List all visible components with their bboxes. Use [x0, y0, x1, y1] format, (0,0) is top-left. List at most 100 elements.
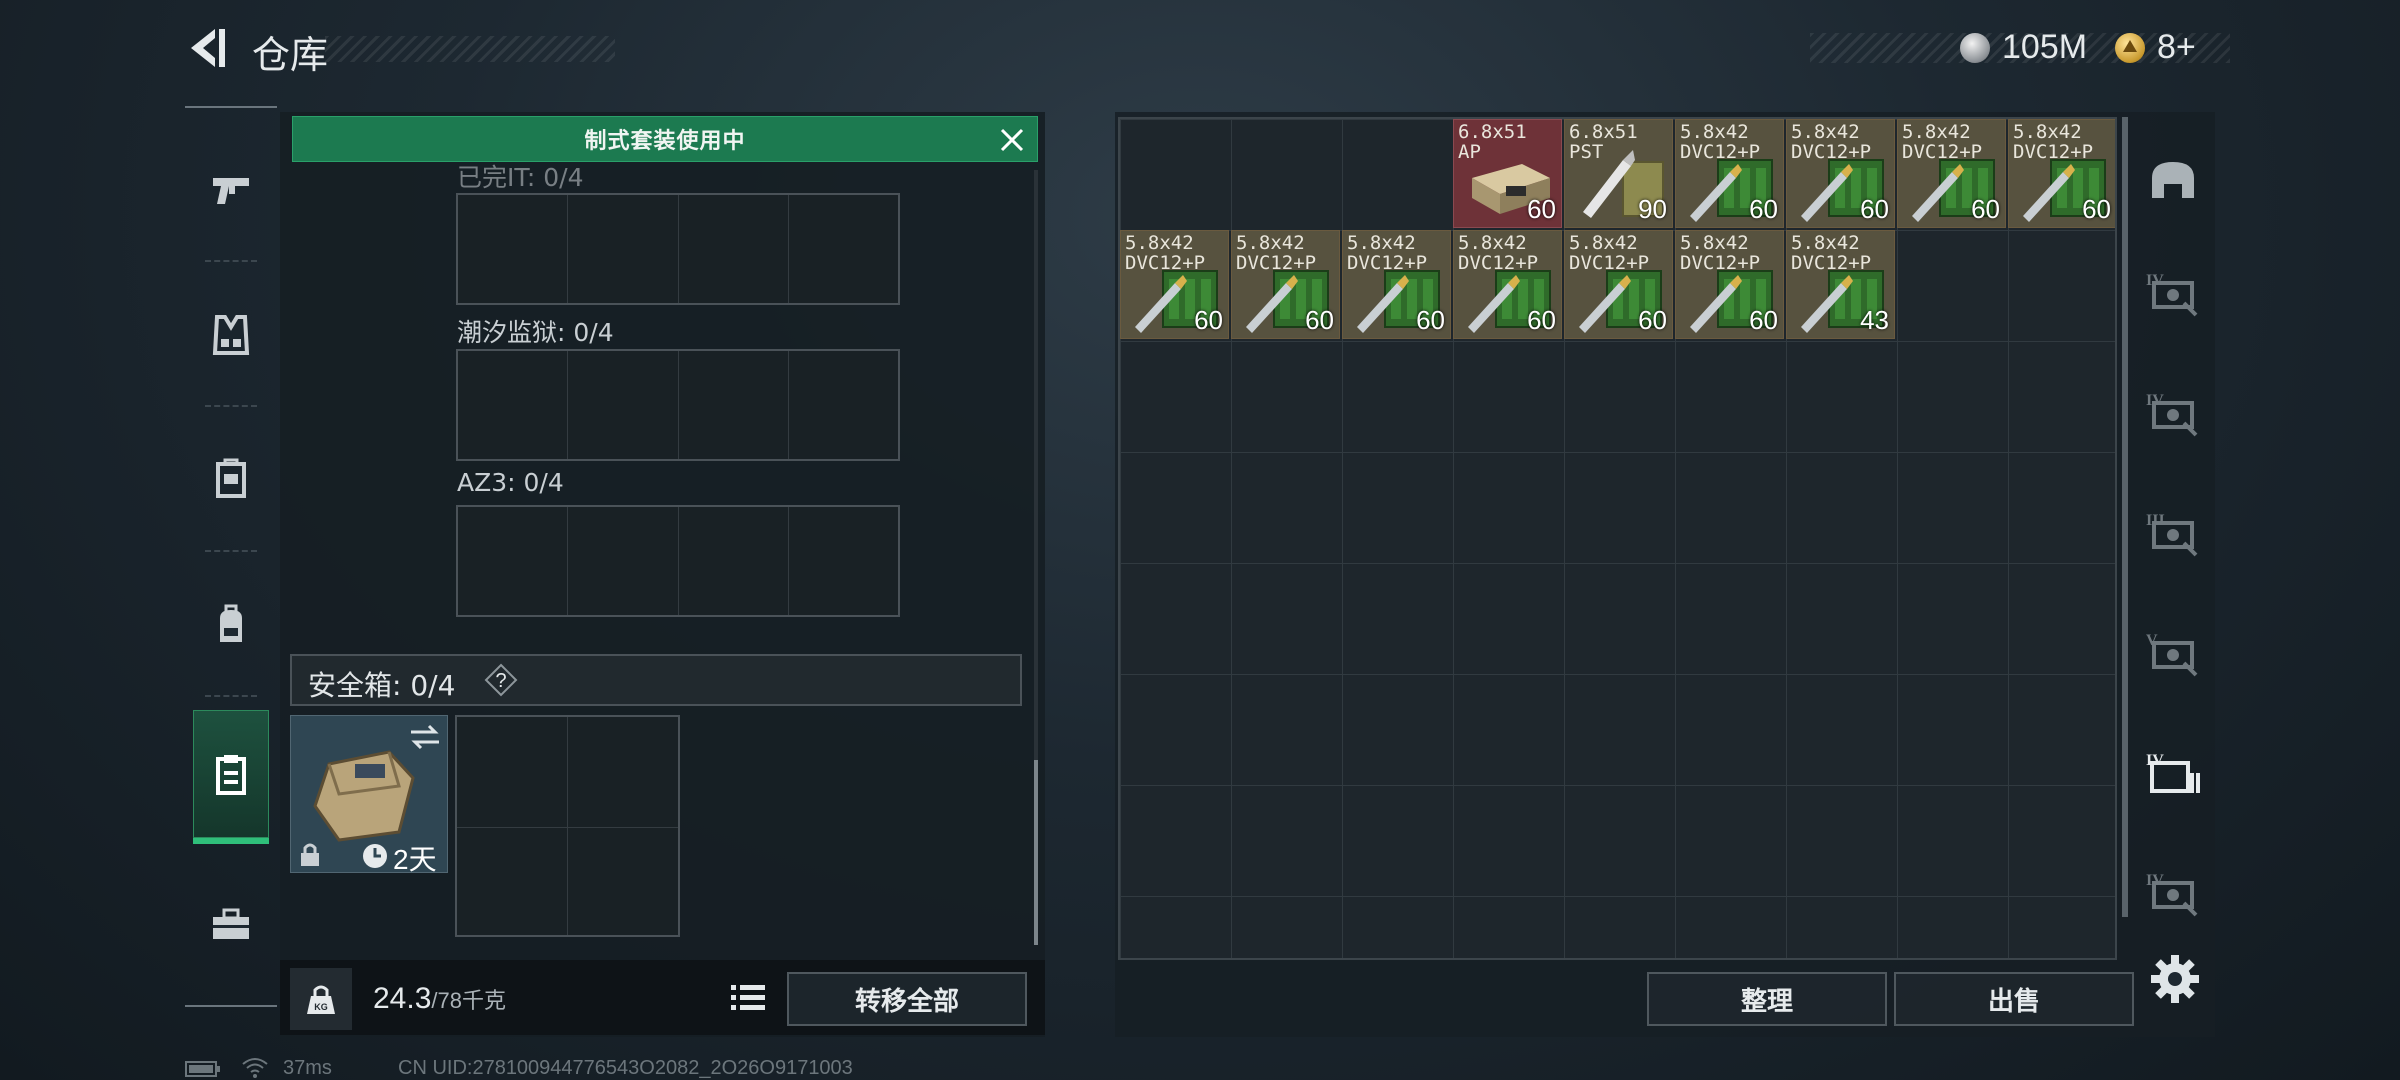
wifi-icon	[242, 1058, 268, 1078]
item-name: 5.8x42 DVC12+P	[1347, 232, 1428, 274]
stash-item[interactable]: 6.8x51 AP 60	[1453, 119, 1562, 228]
item-name: 6.8x51 AP	[1458, 121, 1527, 163]
toolbox-icon	[213, 908, 249, 939]
stash-grid[interactable]: 6.8x51 AP 60 6.8x51 PST 90 5.8x42 DVC12+P 60 5…	[1118, 117, 2117, 960]
armor-v-filter[interactable]: V	[2138, 618, 2208, 688]
slot-grid-1[interactable]	[456, 193, 900, 305]
armor-icon	[216, 458, 246, 498]
swap-icon[interactable]	[409, 724, 441, 750]
section-label-2: AZ3: 0/4	[457, 468, 564, 497]
armor-iii-icon: III	[2146, 512, 2198, 557]
armor-iii-filter[interactable]: III	[2138, 498, 2208, 568]
close-icon[interactable]	[997, 125, 1027, 155]
item-count: 90	[1638, 194, 1667, 224]
stash-item[interactable]: 5.8x42 DVC12+P 60	[1453, 230, 1562, 339]
section-label-1: 潮汐监狱: 0/4	[457, 318, 614, 347]
gold-balance[interactable]: 8+	[2157, 28, 2196, 67]
safebox-item[interactable]: 2天	[290, 715, 448, 873]
folder-iv-filter[interactable]: IV	[2138, 738, 2208, 808]
nav-separator	[205, 260, 257, 262]
help-text: ?	[495, 670, 506, 692]
nav-backpack[interactable]	[193, 565, 269, 685]
back-arrow-icon[interactable]	[185, 25, 229, 71]
nav-separator	[205, 695, 257, 697]
stash-item[interactable]: 5.8x42 DVC12+P 60	[2008, 119, 2115, 228]
nav-vest[interactable]	[193, 275, 269, 395]
item-count: 60	[1416, 305, 1445, 335]
stash-item[interactable]: 5.8x42 DVC12+P 60	[1342, 230, 1451, 339]
armor-iv-filter[interactable]: IV	[2138, 258, 2208, 328]
helmet-filter[interactable]	[2138, 145, 2208, 215]
nav-active-indicator	[193, 838, 269, 844]
title-decoration	[325, 36, 615, 62]
nav-container[interactable]	[193, 710, 269, 838]
gold-coin-icon	[2115, 33, 2145, 63]
item-count: 60	[1194, 305, 1223, 335]
sort-button[interactable]: 整理	[1647, 972, 1887, 1026]
battery-icon	[185, 1061, 220, 1077]
settings-gear-icon[interactable]	[2148, 952, 2202, 1006]
loadout-banner: 制式套装使用中	[292, 116, 1038, 162]
armor-iv-filter[interactable]: IV	[2138, 378, 2208, 448]
svg-text:IV: IV	[2146, 752, 2164, 769]
clock-icon	[363, 844, 387, 868]
item-count: 60	[1638, 305, 1667, 335]
item-name: 5.8x42 DVC12+P	[2013, 121, 2094, 163]
folder-iv-icon: IV	[2146, 752, 2200, 793]
uid-text: CN UID:278100944776543O2082_2O26O9171003	[398, 1057, 853, 1079]
clipboard-icon	[216, 755, 246, 795]
panel-scrollbar-thumb[interactable]	[1034, 760, 1038, 945]
sell-button[interactable]: 出售	[1894, 972, 2134, 1026]
nav-toolbox[interactable]	[193, 865, 269, 985]
pistol-icon	[213, 178, 249, 204]
weight-current: 24.3	[373, 982, 432, 1015]
stash-item[interactable]: 5.8x42 DVC12+P 43	[1786, 230, 1895, 339]
transfer-all-button[interactable]: 转移全部	[787, 972, 1027, 1026]
banner-text: 制式套装使用中	[584, 129, 746, 154]
safebox-duration: 2天	[393, 844, 437, 873]
list-icon[interactable]	[727, 975, 769, 1021]
nav-divider-bottom	[185, 1005, 277, 1007]
weight-icon-label: KG	[314, 1002, 328, 1012]
nav-armor[interactable]	[193, 420, 269, 540]
stash-item[interactable]: 5.8x42 DVC12+P 60	[1564, 230, 1673, 339]
helmet-icon	[2152, 162, 2194, 198]
item-count: 60	[1527, 194, 1556, 224]
safebox-label: 安全箱: 0/4	[308, 669, 456, 702]
partial-section-label: 已完IT: 0/4	[457, 163, 584, 192]
kettlebell-icon: KG	[307, 985, 335, 1014]
armor-iv-filter[interactable]: IV	[2138, 858, 2208, 928]
stash-item[interactable]: 5.8x42 DVC12+P 60	[1786, 119, 1895, 228]
nav-weapon[interactable]	[193, 130, 269, 250]
stash-item[interactable]: 5.8x42 DVC12+P 60	[1675, 230, 1784, 339]
item-name: 5.8x42 DVC12+P	[1902, 121, 1983, 163]
item-count: 60	[1749, 305, 1778, 335]
nav-separator	[205, 405, 257, 407]
weight-max: /78千克	[431, 988, 506, 1013]
weight-icon-box: KG	[290, 968, 352, 1030]
item-name: 5.8x42 DVC12+P	[1680, 121, 1761, 163]
item-name: 5.8x42 DVC12+P	[1125, 232, 1206, 274]
stash-item[interactable]: 6.8x51 PST 90	[1564, 119, 1673, 228]
help-icon[interactable]: ?	[484, 663, 518, 697]
stash-scrollbar[interactable]	[2122, 117, 2128, 917]
slot-grid-2[interactable]	[456, 349, 900, 461]
nav-separator	[205, 550, 257, 552]
safebox-grid[interactable]	[455, 715, 680, 937]
stash-item[interactable]: 5.8x42 DVC12+P 60	[1897, 119, 2006, 228]
money-balance: 105M	[2002, 28, 2088, 66]
slot-grid-3[interactable]	[456, 505, 900, 617]
armor-iv-icon: IV	[2146, 872, 2198, 917]
item-name: 5.8x42 DVC12+P	[1680, 232, 1761, 274]
lock-icon	[301, 843, 319, 866]
armor-v-icon: V	[2146, 632, 2198, 677]
nav-divider-top	[185, 106, 277, 108]
page-title: 仓库	[252, 33, 329, 77]
armor-iv-icon: IV	[2146, 272, 2198, 317]
stash-item[interactable]: 5.8x42 DVC12+P 60	[1120, 230, 1229, 339]
stash-item[interactable]: 5.8x42 DVC12+P 60	[1675, 119, 1784, 228]
item-count: 60	[1527, 305, 1556, 335]
item-count: 60	[1971, 194, 2000, 224]
stash-item[interactable]: 5.8x42 DVC12+P 60	[1231, 230, 1340, 339]
item-count: 43	[1860, 305, 1889, 335]
